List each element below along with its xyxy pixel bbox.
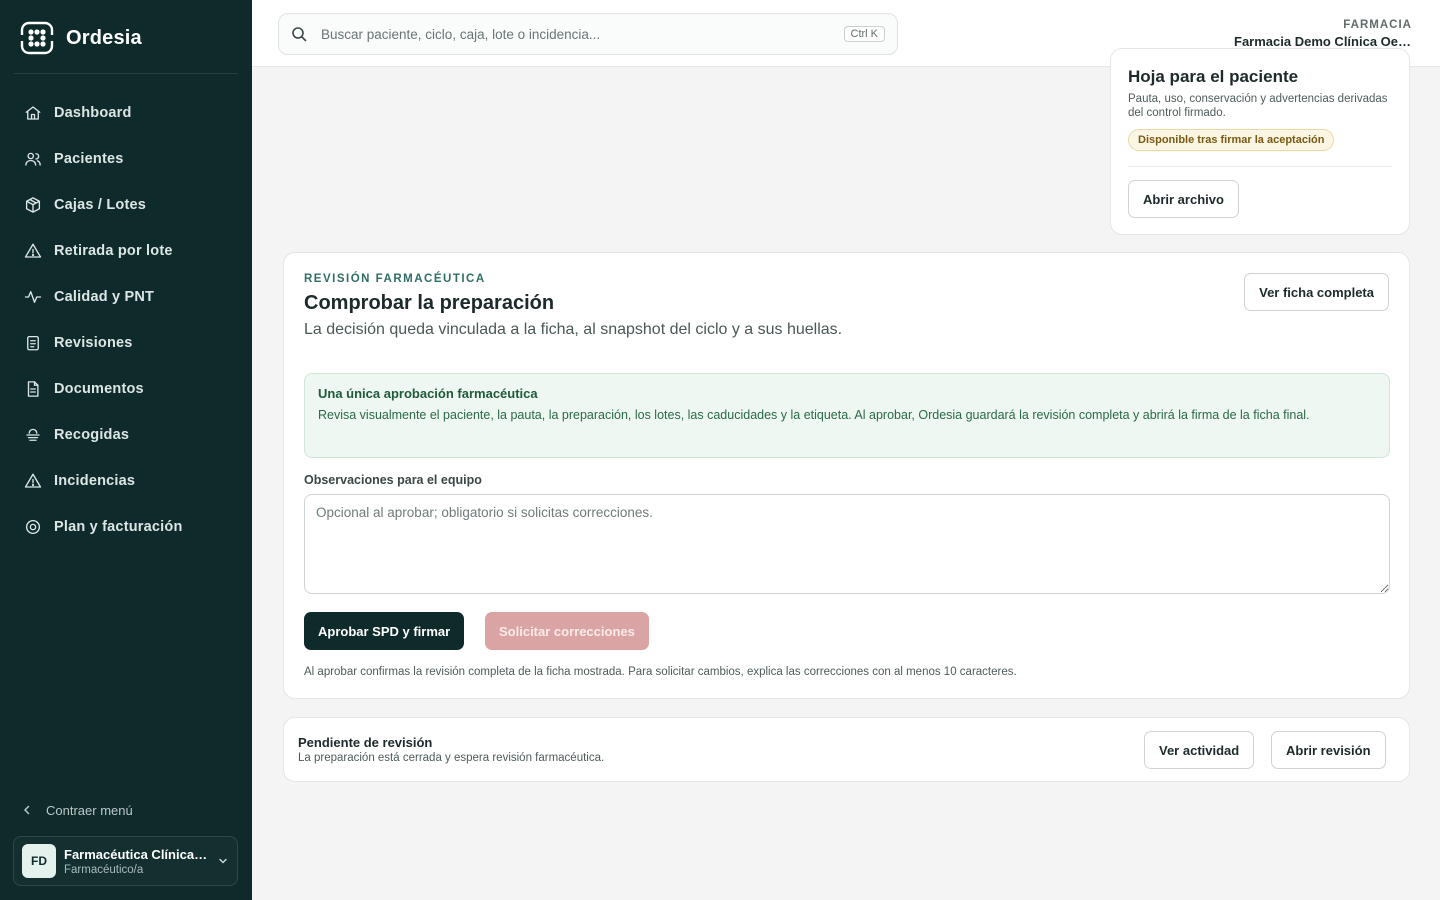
- pending-description: La preparación está cerrada y espera rev…: [298, 752, 605, 764]
- pickup-icon: [26, 428, 40, 441]
- sidebar-item-label: Recogidas: [54, 427, 130, 443]
- sidebar-divider: [14, 73, 238, 74]
- brand-name: Ordesia: [66, 26, 142, 49]
- box-icon: [25, 197, 41, 213]
- chevron-left-icon: [23, 805, 30, 815]
- request-corrections-button[interactable]: Solicitar correcciones: [485, 612, 649, 650]
- pharmaceutical-review-card: REVISIÓN FARMACÉUTICA Comprobar la prepa…: [283, 252, 1410, 699]
- observations-textarea[interactable]: [304, 494, 1390, 594]
- sidebar-item-label: Incidencias: [54, 473, 136, 489]
- collapse-menu-label: Contraer menú: [46, 802, 133, 818]
- status-badge: Disponible tras firmar la aceptación: [1128, 129, 1335, 151]
- observations-label: Observaciones para el equipo: [304, 473, 482, 487]
- sidebar-item-label: Dashboard: [54, 105, 132, 121]
- chevron-down-icon: [219, 858, 227, 864]
- patient-sheet-description: Pauta, uso, conservación y advertencias …: [1128, 93, 1388, 119]
- document-icon: [27, 381, 39, 397]
- search-shortcut-badge: Ctrl K: [843, 26, 885, 42]
- sidebar-item-revisiones[interactable]: Revisiones: [14, 320, 238, 366]
- clipboard-icon: [27, 335, 39, 351]
- activity-icon: [24, 291, 42, 303]
- sidebar-item-pacientes[interactable]: Pacientes: [14, 136, 238, 182]
- sidebar-item-label: Retirada por lote: [54, 243, 173, 259]
- search-input[interactable]: [321, 26, 830, 42]
- sidebar-item-incidencias[interactable]: Incidencias: [14, 458, 238, 504]
- pharmacy-label: FARMACIA: [1343, 19, 1412, 31]
- global-search[interactable]: Ctrl K: [278, 13, 898, 55]
- user-role: Farmacéutico/a: [64, 863, 144, 876]
- home-icon: [25, 106, 41, 120]
- sidebar-nav: Dashboard Pacientes Cajas / Lotes Retira…: [14, 90, 238, 550]
- view-activity-button[interactable]: Ver actividad: [1144, 731, 1255, 769]
- section-eyebrow: REVISIÓN FARMACÉUTICA: [304, 273, 486, 285]
- open-file-button[interactable]: Abrir archivo: [1128, 180, 1239, 218]
- info-title: Una única aprobación farmacéutica: [318, 386, 538, 401]
- sidebar-item-cajas-lotes[interactable]: Cajas / Lotes: [14, 182, 238, 228]
- review-title: Comprobar la preparación: [304, 292, 555, 314]
- pending-title: Pendiente de revisión: [298, 735, 433, 750]
- brand[interactable]: Ordesia: [20, 20, 142, 56]
- sidebar-item-label: Documentos: [54, 381, 144, 397]
- open-review-button[interactable]: Abrir revisión: [1271, 731, 1386, 769]
- patient-sheet-card: Hoja para el paciente Pauta, uso, conser…: [1110, 48, 1410, 235]
- avatar: FD: [22, 844, 56, 878]
- sidebar-item-dashboard[interactable]: Dashboard: [14, 90, 238, 136]
- review-subtitle: La decisión queda vinculada a la ficha, …: [304, 321, 843, 338]
- pending-review-card: Pendiente de revisión La preparación est…: [283, 717, 1410, 782]
- alert-icon: [24, 473, 42, 488]
- ordesia-logo-icon: [20, 21, 54, 55]
- info-text: Revisa visualmente el paciente, la pauta…: [318, 408, 1310, 422]
- search-icon: [292, 27, 307, 42]
- sidebar-item-label: Revisiones: [54, 335, 133, 351]
- user-name: Farmacéutica Clínica Demo: [64, 846, 209, 862]
- user-menu[interactable]: FD Farmacéutica Clínica Demo Farmacéutic…: [13, 836, 238, 886]
- patient-sheet-title: Hoja para el paciente: [1128, 67, 1299, 86]
- sidebar-item-label: Calidad y PNT: [54, 289, 155, 305]
- user-info: Farmacéutica Clínica Demo Farmacéutico/a: [64, 847, 209, 876]
- warning-icon: [24, 243, 42, 258]
- approval-info-box: Una única aprobación farmacéutica Revisa…: [304, 373, 1390, 458]
- review-note: Al aprobar confirmas la revisión complet…: [304, 666, 1017, 678]
- sidebar-item-documentos[interactable]: Documentos: [14, 366, 238, 412]
- pharmacy-selector[interactable]: FARMACIA Farmacia Demo Clínica Oeste: [1234, 19, 1412, 49]
- sidebar-item-calidad-pnt[interactable]: Calidad y PNT: [14, 274, 238, 320]
- users-icon: [25, 152, 41, 166]
- approve-and-sign-button[interactable]: Aprobar SPD y firmar: [304, 612, 465, 650]
- sidebar-item-recogidas[interactable]: Recogidas: [14, 412, 238, 458]
- sidebar-item-label: Plan y facturación: [54, 519, 183, 535]
- view-full-record-button[interactable]: Ver ficha completa: [1244, 273, 1389, 311]
- pharmacy-name: Farmacia Demo Clínica Oeste: [1234, 34, 1412, 49]
- sidebar: Ordesia Dashboard Pacientes Cajas / Lote…: [0, 0, 252, 900]
- sidebar-item-retirada-por-lote[interactable]: Retirada por lote: [14, 228, 238, 274]
- divider: [1128, 166, 1392, 167]
- settings-icon: [25, 519, 41, 535]
- sidebar-item-label: Cajas / Lotes: [54, 197, 147, 213]
- sidebar-item-label: Pacientes: [54, 151, 124, 167]
- collapse-menu-button[interactable]: Contraer menú: [22, 800, 133, 820]
- sidebar-item-plan-facturacion[interactable]: Plan y facturación: [14, 504, 238, 550]
